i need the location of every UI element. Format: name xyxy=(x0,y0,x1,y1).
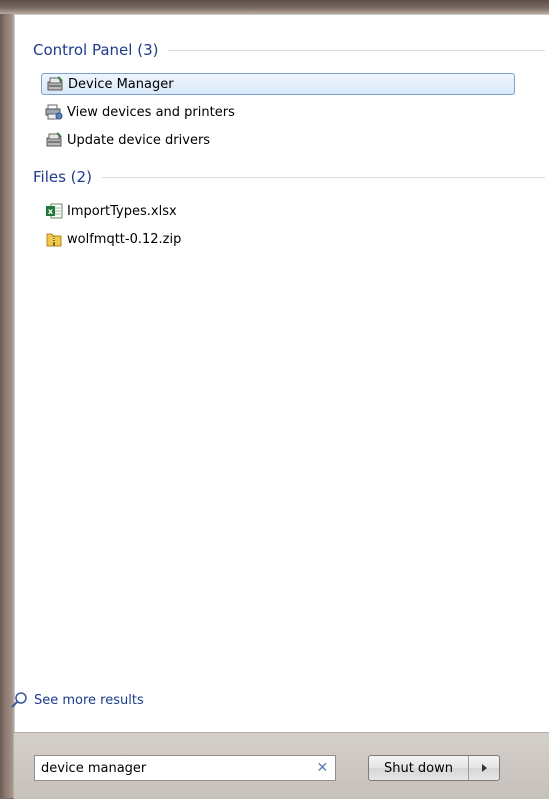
chevron-right-icon xyxy=(481,764,487,772)
shutdown-control: Shut down xyxy=(368,755,500,781)
see-more-label: See more results xyxy=(34,692,144,708)
printer-icon xyxy=(45,104,63,120)
section-title: Files (2) xyxy=(33,168,92,186)
search-box[interactable]: ✕ xyxy=(34,755,336,781)
see-more-results-link[interactable]: See more results xyxy=(10,691,144,709)
result-label: ImportTypes.xlsx xyxy=(67,203,177,219)
shut-down-button[interactable]: Shut down xyxy=(369,756,469,780)
zip-folder-icon xyxy=(46,233,62,247)
result-importtypes-xlsx[interactable]: x ImportTypes.xlsx xyxy=(41,200,515,222)
search-icon xyxy=(11,692,27,708)
section-title: Control Panel (3) xyxy=(33,41,159,59)
section-header-control-panel: Control Panel (3) xyxy=(33,39,545,61)
start-menu-results-panel: Control Panel (3) Device Manager View de… xyxy=(14,14,549,733)
result-label: View devices and printers xyxy=(67,104,235,120)
result-view-devices-printers[interactable]: View devices and printers xyxy=(41,101,515,123)
shutdown-options-button[interactable] xyxy=(469,756,499,780)
section-divider xyxy=(168,49,545,51)
result-wolfmqtt-zip[interactable]: wolfmqtt-0.12.zip xyxy=(41,228,515,250)
search-input[interactable] xyxy=(35,760,310,776)
result-device-manager[interactable]: Device Manager xyxy=(41,73,515,95)
section-divider xyxy=(101,176,545,178)
shut-down-label: Shut down xyxy=(383,760,454,776)
window-top-edge xyxy=(0,0,549,14)
result-label: Device Manager xyxy=(68,76,174,92)
device-driver-icon xyxy=(46,132,62,147)
section-header-files: Files (2) xyxy=(33,166,545,188)
result-update-device-drivers[interactable]: Update device drivers xyxy=(41,129,515,151)
excel-file-icon: x xyxy=(46,203,63,219)
result-label: Update device drivers xyxy=(67,132,211,148)
device-manager-icon xyxy=(47,76,63,91)
result-label: wolfmqtt-0.12.zip xyxy=(67,231,182,247)
svg-text:x: x xyxy=(48,207,54,216)
close-icon[interactable]: ✕ xyxy=(310,760,335,776)
